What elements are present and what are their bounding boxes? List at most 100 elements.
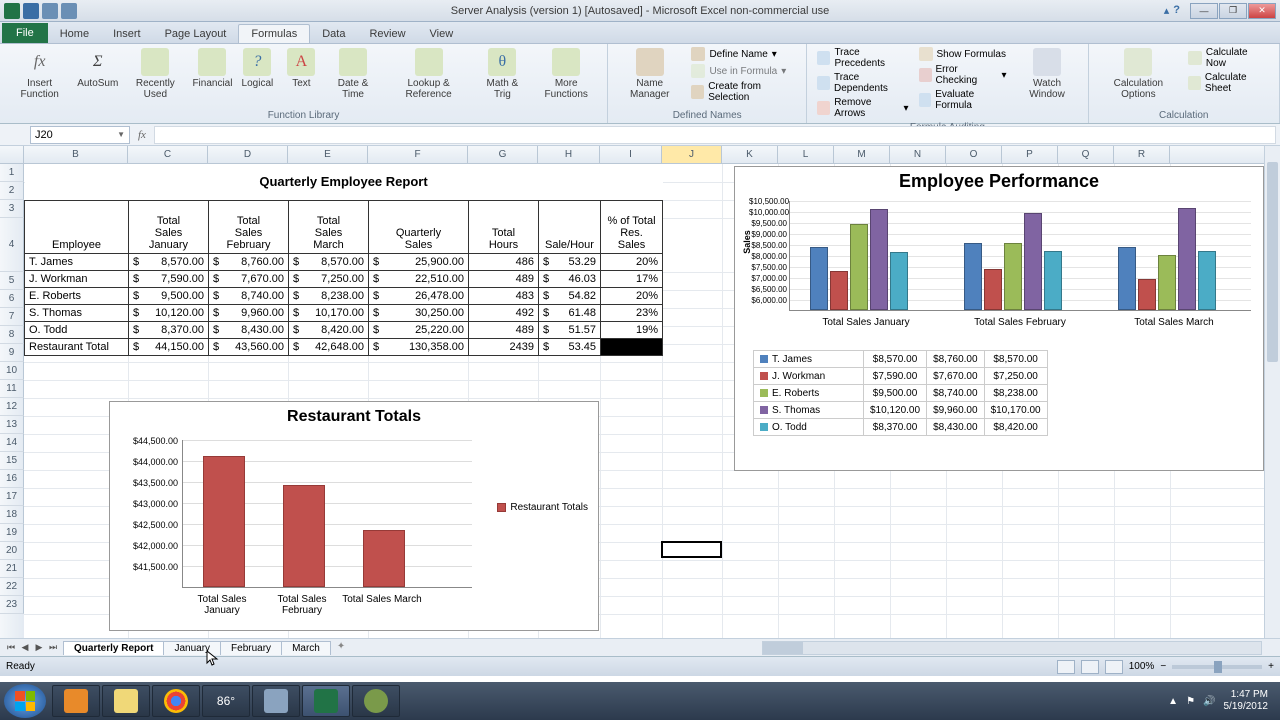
horizontal-scrollbar[interactable]	[762, 641, 1262, 655]
row-header[interactable]: 8	[0, 326, 24, 344]
logical-button[interactable]: ?Logical	[236, 46, 278, 91]
tab-home[interactable]: Home	[48, 25, 101, 43]
active-cell[interactable]	[661, 541, 722, 558]
save-icon[interactable]	[23, 3, 39, 19]
row-header[interactable]: 15	[0, 452, 24, 470]
row-header[interactable]: 13	[0, 416, 24, 434]
task-media-player[interactable]	[52, 685, 100, 717]
help-icon[interactable]: ?	[1173, 4, 1180, 17]
row-header[interactable]: 16	[0, 470, 24, 488]
employee-performance-chart[interactable]: Employee Performance Sales $10,500.00$10…	[734, 166, 1264, 471]
use-in-formula-button[interactable]: Use in Formula ▾	[687, 63, 800, 79]
sheet-nav-last[interactable]: ⏭	[46, 642, 60, 653]
trace-dependents-button[interactable]: Trace Dependents	[813, 71, 912, 95]
tab-review[interactable]: Review	[357, 25, 417, 43]
math-trig-button[interactable]: θMath & Trig	[475, 46, 529, 102]
row-header[interactable]: 22	[0, 578, 24, 596]
task-excel[interactable]	[302, 685, 350, 717]
tab-formulas[interactable]: Formulas	[238, 24, 310, 43]
sheet-nav-next[interactable]: ▶	[32, 642, 46, 653]
row-header[interactable]: 4	[0, 218, 24, 272]
new-sheet-button[interactable]: ✦	[337, 641, 353, 655]
sheet-tab[interactable]: January	[163, 641, 221, 655]
page-layout-view-button[interactable]	[1081, 660, 1099, 674]
column-header[interactable]: H	[538, 146, 600, 163]
clock[interactable]: 1:47 PM 5/19/2012	[1224, 689, 1269, 713]
column-header[interactable]: K	[722, 146, 778, 163]
row-header[interactable]: 10	[0, 362, 24, 380]
column-header[interactable]: N	[890, 146, 946, 163]
evaluate-formula-button[interactable]: Evaluate Formula	[915, 88, 1011, 112]
worksheet-grid[interactable]: BCDEFGHIJKLMNOPQR 1234567891011121314151…	[0, 146, 1280, 638]
fx-icon[interactable]: fx	[138, 129, 146, 141]
calculate-now-button[interactable]: Calculate Now	[1184, 46, 1273, 70]
sheet-tab[interactable]: Quarterly Report	[63, 641, 164, 655]
column-header[interactable]: C	[128, 146, 208, 163]
undo-icon[interactable]	[42, 3, 58, 19]
column-header[interactable]: Q	[1058, 146, 1114, 163]
column-header[interactable]: R	[1114, 146, 1170, 163]
task-app2[interactable]	[352, 685, 400, 717]
column-header[interactable]: D	[208, 146, 288, 163]
vertical-scrollbar[interactable]	[1264, 146, 1280, 638]
row-header[interactable]: 2	[0, 182, 24, 200]
row-header[interactable]: 19	[0, 524, 24, 542]
column-header[interactable]: F	[368, 146, 468, 163]
row-header[interactable]: 6	[0, 290, 24, 308]
row-header[interactable]: 18	[0, 506, 24, 524]
more-functions-button[interactable]: More Functions	[531, 46, 601, 102]
row-header[interactable]: 17	[0, 488, 24, 506]
sheet-tab[interactable]: February	[220, 641, 282, 655]
create-from-selection-button[interactable]: Create from Selection	[687, 80, 800, 104]
redo-icon[interactable]	[61, 3, 77, 19]
sheet-nav-first[interactable]: ⏮	[4, 642, 18, 653]
file-tab[interactable]: File	[2, 23, 48, 43]
column-header[interactable]: B	[24, 146, 128, 163]
row-header[interactable]: 9	[0, 344, 24, 362]
trace-precedents-button[interactable]: Trace Precedents	[813, 46, 912, 70]
date-time-button[interactable]: Date & Time	[324, 46, 381, 102]
row-header[interactable]: 21	[0, 560, 24, 578]
column-header[interactable]: O	[946, 146, 1002, 163]
tab-data[interactable]: Data	[310, 25, 357, 43]
close-button[interactable]: ✕	[1248, 3, 1276, 19]
name-manager-button[interactable]: Name Manager	[614, 46, 685, 102]
row-header[interactable]: 14	[0, 434, 24, 452]
task-app1[interactable]	[252, 685, 300, 717]
autosum-button[interactable]: ΣAutoSum	[75, 46, 120, 91]
maximize-button[interactable]: ❐	[1219, 3, 1247, 19]
lookup-reference-button[interactable]: Lookup & Reference	[384, 46, 474, 102]
define-name-button[interactable]: Define Name ▾	[687, 46, 800, 62]
tab-page-layout[interactable]: Page Layout	[153, 25, 239, 43]
sheet-nav-prev[interactable]: ◀	[18, 642, 32, 653]
zoom-out-button[interactable]: −	[1160, 661, 1166, 672]
column-header[interactable]: E	[288, 146, 368, 163]
row-header[interactable]: 12	[0, 398, 24, 416]
tray-icon[interactable]: 🔊	[1203, 696, 1215, 707]
task-explorer[interactable]	[102, 685, 150, 717]
formula-input[interactable]	[154, 126, 1276, 144]
tray-icon[interactable]: ▲	[1168, 696, 1178, 707]
recently-used-button[interactable]: Recently Used	[122, 46, 188, 102]
remove-arrows-button[interactable]: Remove Arrows ▾	[813, 96, 912, 120]
calculation-options-button[interactable]: Calculation Options	[1095, 46, 1183, 102]
task-weather[interactable]: 86°	[202, 685, 250, 717]
tab-view[interactable]: View	[418, 25, 466, 43]
tab-insert[interactable]: Insert	[101, 25, 153, 43]
minimize-button[interactable]: —	[1190, 3, 1218, 19]
system-tray[interactable]: ▲ ⚑ 🔊 1:47 PM 5/19/2012	[1168, 689, 1276, 713]
tray-icon[interactable]: ⚑	[1186, 696, 1195, 707]
show-formulas-button[interactable]: Show Formulas	[915, 46, 1011, 62]
watch-window-button[interactable]: Watch Window	[1013, 46, 1082, 102]
select-all-corner[interactable]	[0, 146, 24, 163]
insert-function-button[interactable]: fxInsert Function	[6, 46, 73, 102]
sheet-tab[interactable]: March	[281, 641, 331, 655]
page-break-view-button[interactable]	[1105, 660, 1123, 674]
column-header[interactable]: G	[468, 146, 538, 163]
zoom-in-button[interactable]: +	[1268, 661, 1274, 672]
start-button[interactable]	[4, 684, 46, 718]
column-header[interactable]: L	[778, 146, 834, 163]
row-header[interactable]: 23	[0, 596, 24, 614]
row-header[interactable]: 20	[0, 542, 24, 560]
column-header[interactable]: J	[662, 146, 722, 163]
